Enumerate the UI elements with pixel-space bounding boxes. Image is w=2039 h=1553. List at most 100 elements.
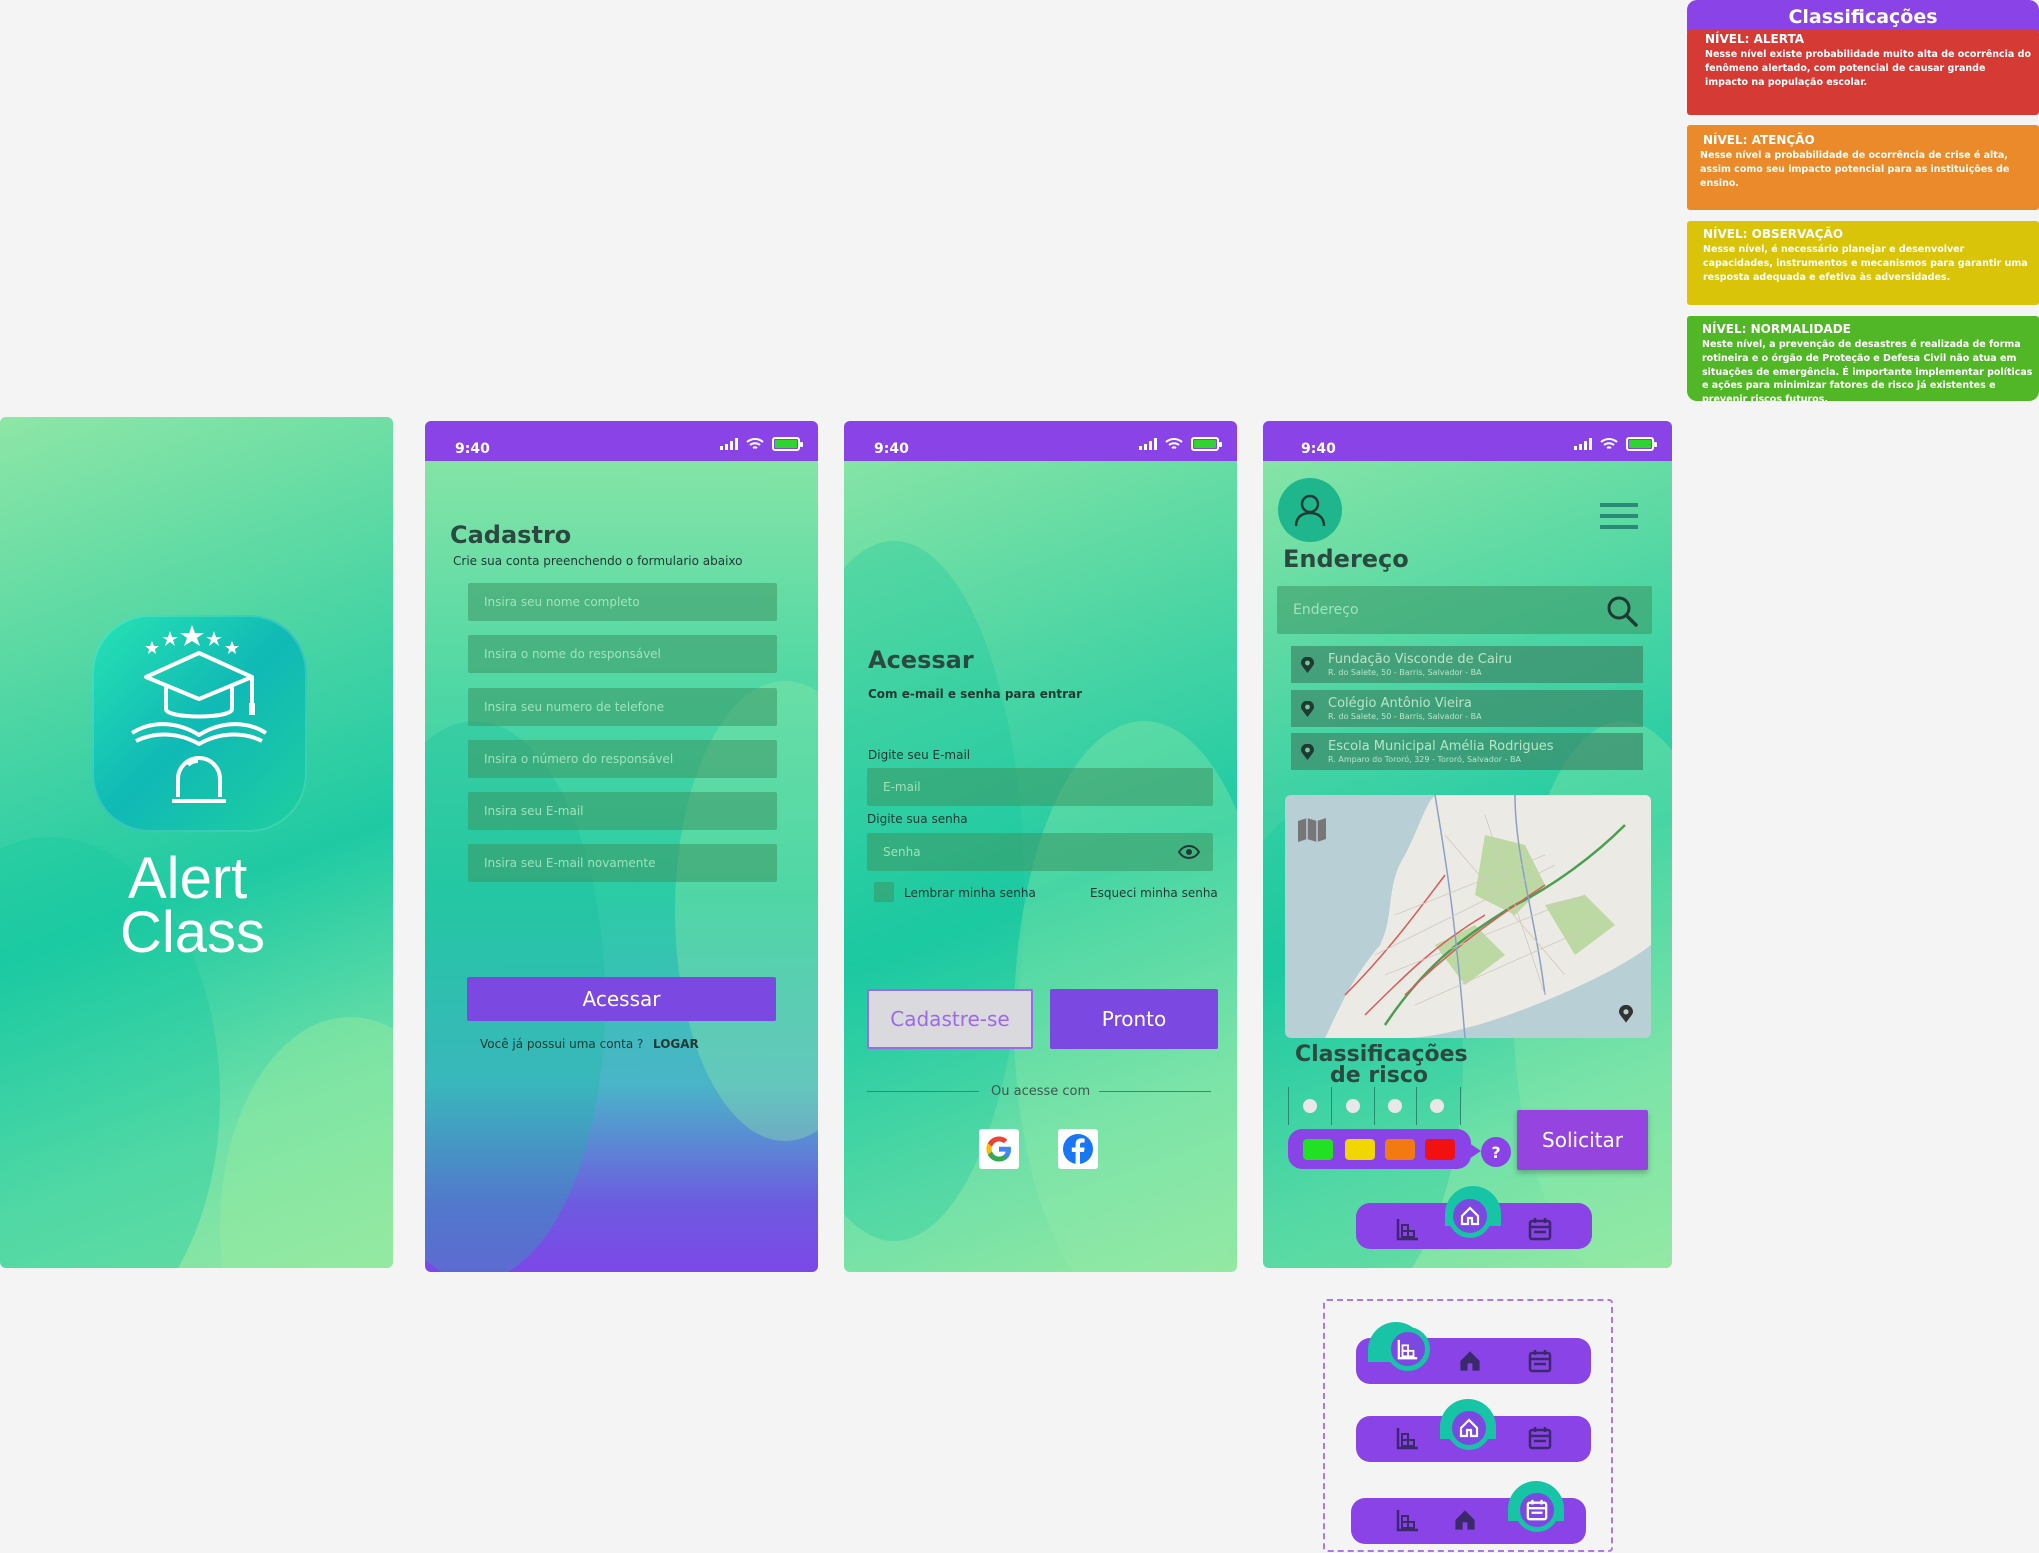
card-observacao-heading: NÍVEL: OBSERVAÇÃO [1703,227,1844,241]
graduation-alarm-icon [130,625,268,803]
email-label: Digite seu E-mail [868,748,971,762]
email-confirm-input[interactable]: Insira seu E-mail novamente [468,844,777,882]
card-observacao-text: Nesse nível, é necessário planejar e des… [1703,244,2028,283]
google-icon [986,1136,1011,1162]
school-address: R. Amparo do Tororó, 329 - Tororó, Salva… [1328,755,1521,764]
map-pin-icon [1301,657,1314,673]
classificacoes-title: Classificações [1788,6,1938,28]
risk-color-bar [1288,1129,1471,1169]
chart-icon [1397,1339,1418,1360]
guardian-phone-input[interactable]: Insira o número do responsável [468,740,777,778]
login-link[interactable]: LOGAR [653,1037,699,1051]
calendar-button[interactable] [1515,1488,1559,1532]
map-pin-icon [1301,701,1314,717]
calendar-icon[interactable] [1528,1217,1552,1241]
chart-button[interactable] [1386,1327,1430,1371]
school-name: Fundação Visconde de Cairu [1328,652,1512,667]
chart-icon[interactable] [1396,1426,1420,1450]
menu-icon[interactable] [1600,501,1638,531]
map-image [1295,795,1651,1038]
card-alerta: NÍVEL: ALERTA Nesse nível existe probabi… [1687,30,2039,115]
school-address: R. do Salete, 50 - Barris, Salvador - BA [1328,668,1482,677]
signal-icon [720,438,738,450]
card-observacao: NÍVEL: OBSERVAÇÃO Nesse nível, é necessá… [1687,221,2039,305]
chart-icon[interactable] [1396,1508,1420,1532]
search-icon[interactable] [1605,594,1639,628]
status-bar: 9:40 [425,421,818,461]
calendar-icon[interactable] [1528,1426,1552,1450]
card-atencao: NÍVEL: ATENÇÃO Nesse nível a probabilida… [1687,125,2039,210]
home-icon [1459,1418,1479,1438]
search-input[interactable]: Endereço [1277,586,1652,634]
google-button[interactable] [979,1129,1019,1169]
remember-checkbox[interactable] [874,882,894,902]
facebook-button[interactable] [1058,1129,1098,1169]
splash-screen: Alert Class [0,417,393,1268]
risk-swatch-green[interactable] [1303,1139,1333,1160]
calendar-icon[interactable] [1528,1349,1552,1373]
chart-icon[interactable] [1396,1217,1420,1241]
risk-radio-2[interactable] [1346,1099,1360,1113]
home-icon[interactable] [1453,1508,1477,1532]
guardian-name-input[interactable]: Insira o nome do responsável [468,635,777,673]
risk-radio-1[interactable] [1303,1099,1317,1113]
list-item[interactable]: Colégio Antônio Vieira R. do Salete, 50 … [1291,690,1643,727]
phone-input[interactable]: Insira seu numero de telefone [468,688,777,726]
risk-swatch-yellow[interactable] [1345,1139,1375,1160]
calendar-icon [1526,1499,1548,1521]
email-input[interactable]: E-mail [867,768,1213,806]
status-time: 9:40 [874,441,909,457]
map-view[interactable] [1285,795,1651,1038]
ready-button[interactable]: Pronto [1050,989,1218,1049]
risk-radio-4[interactable] [1430,1099,1444,1113]
wifi-icon [1600,438,1618,449]
cadastro-screen: 9:40 Cadastro Crie sua conta preenchendo… [425,421,818,1272]
page-title: Acessar [868,646,974,674]
school-address: R. do Salete, 50 - Barris, Salvador - BA [1328,712,1482,721]
list-item[interactable]: Fundação Visconde de Cairu R. do Salete,… [1291,646,1643,683]
card-normalidade: NÍVEL: NORMALIDADE Neste nível, a preven… [1687,316,2039,405]
avatar[interactable] [1278,478,1342,542]
facebook-icon [1063,1134,1093,1164]
risk-radio-3[interactable] [1388,1099,1402,1113]
school-name: Colégio Antônio Vieira [1328,696,1472,711]
app-logo [92,615,307,832]
location-pin-icon[interactable] [1619,1005,1633,1023]
forgot-password-link[interactable]: Esqueci minha senha [1090,886,1218,900]
status-bar: 9:40 [844,421,1237,461]
status-time: 9:40 [1301,441,1336,457]
card-alerta-text: Nesse nível existe probabilidade muito a… [1705,49,2031,88]
password-input[interactable]: Senha [867,833,1213,871]
password-label: Digite sua senha [867,812,968,826]
acessar-screen: 9:40 Acessar Com e-mail e senha para ent… [844,421,1237,1272]
page-subtitle: Com e-mail e senha para entrar [868,687,1083,701]
signal-icon [1139,438,1157,450]
card-normalidade-heading: NÍVEL: NORMALIDADE [1702,322,1851,336]
page-title: Endereço [1283,545,1409,573]
request-button[interactable]: Solicitar [1517,1110,1648,1170]
home-button[interactable] [1447,1406,1491,1450]
email-input[interactable]: Insira seu E-mail [468,792,777,830]
card-alerta-heading: NÍVEL: ALERTA [1705,32,1804,46]
home-icon[interactable] [1458,1349,1482,1373]
eye-icon[interactable] [1177,844,1201,860]
map-layers-icon[interactable] [1297,817,1327,843]
signup-button[interactable]: Cadastre-se [867,989,1033,1049]
name-input[interactable]: Insira seu nome completo [468,583,777,621]
list-item[interactable]: Escola Municipal Amélia Rodrigues R. Amp… [1291,733,1643,770]
battery-icon [772,437,803,451]
user-icon [1294,494,1326,527]
home-button[interactable] [1448,1194,1492,1238]
wifi-icon [1165,438,1183,449]
battery-icon [1626,437,1657,451]
home-icon [1460,1206,1480,1226]
help-button[interactable]: ? [1481,1137,1511,1167]
risk-swatch-orange[interactable] [1385,1139,1415,1160]
page-title: Cadastro [450,521,572,549]
acessar-button[interactable]: Acessar [467,977,776,1021]
status-bar: 9:40 [1263,421,1672,461]
risk-swatch-red[interactable] [1425,1139,1455,1160]
remember-label: Lembrar minha senha [904,886,1036,900]
map-pin-icon [1301,744,1314,760]
endereco-screen: 9:40 Endereço Endereço Fundação Visconde… [1263,421,1672,1268]
